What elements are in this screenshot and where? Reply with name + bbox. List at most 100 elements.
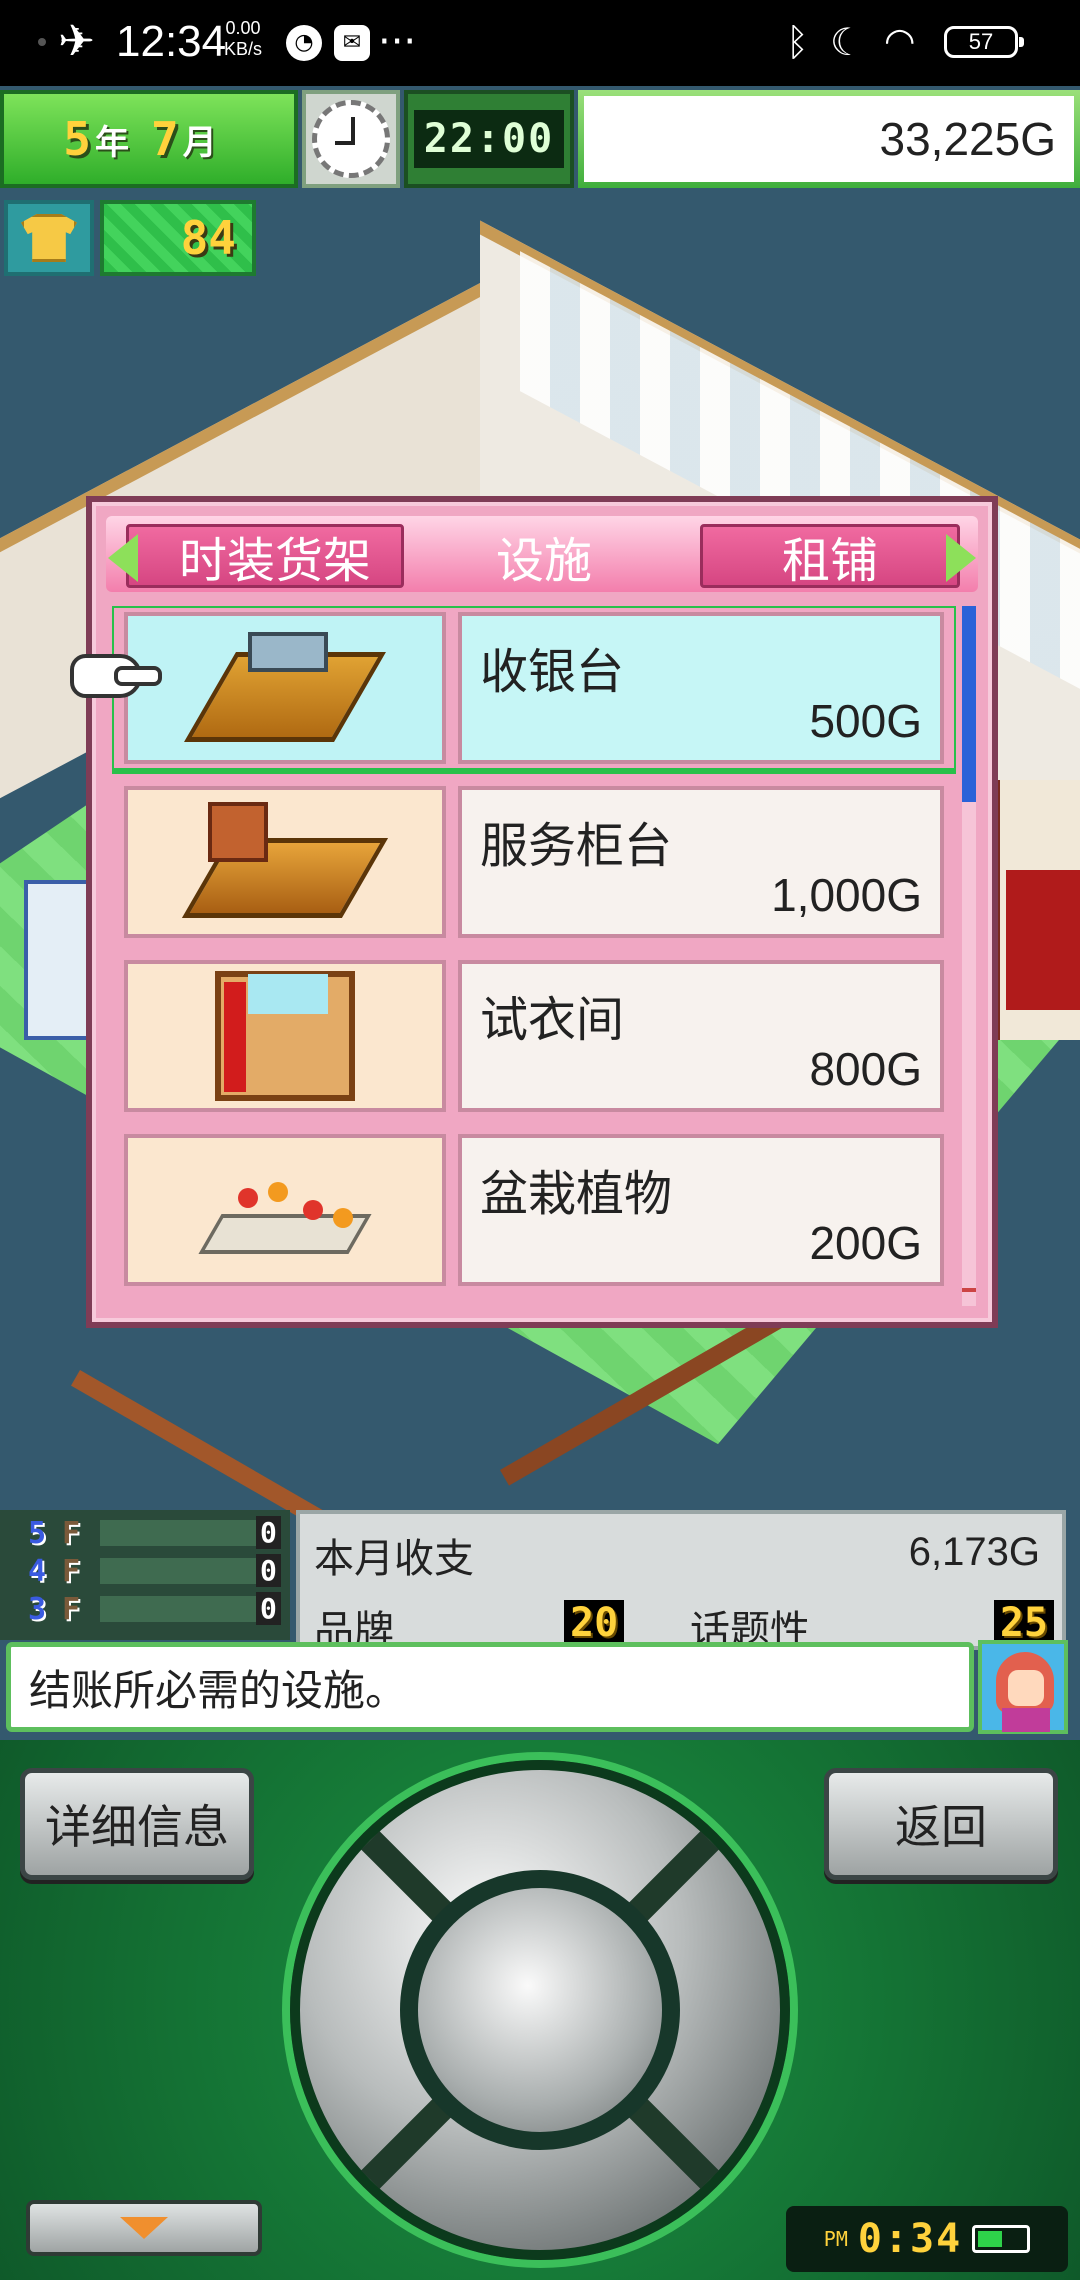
assistant-avatar [978,1640,1068,1734]
game-screen: ✈ 12:34 0.00 KB/s ◔ ✉ ··· ᛒ ☾ ◠ 57 5 年 7… [0,0,1080,2280]
status-bar: ✈ 12:34 0.00 KB/s ◔ ✉ ··· ᛒ ☾ ◠ 57 [0,0,1080,86]
floor-value: 0 [256,1592,281,1625]
network-speed-value: 0.00 [225,18,261,38]
fan-count: 84 [100,200,256,276]
clock-face [312,100,390,178]
counter-box [208,802,268,862]
notification-dot [38,38,46,46]
year-number: 5 [63,112,91,166]
facility-price: 500G [809,695,922,747]
arrow-left-icon[interactable] [108,534,138,582]
monthly-balance-value: 6,173G [908,1530,1040,1574]
facility-list: 收银台 500G 服务柜台 1,000G 试衣间 800G 盆栽植物 200G [112,606,956,1306]
shirt-icon[interactable] [4,200,94,276]
detail-button[interactable]: 详细信息 [20,1768,254,1880]
battery-icon: 57 [944,26,1024,58]
network-speed-unit: KB/s [224,39,263,59]
facility-name: 盆栽植物 [480,1166,673,1222]
year-unit: 年 [95,122,129,163]
fitting-room-icon [124,960,446,1112]
game-time: 22:00 [404,90,574,188]
month-number: 7 [151,112,179,166]
tab-current: 设施 [495,533,592,589]
flower-icon [268,1182,288,1202]
tab-next[interactable]: 租铺 [700,524,960,589]
floor-list: 5 F 0 4 F 0 3 F 0 [0,1510,290,1640]
tab-previous[interactable]: 时装货架 [126,524,404,588]
floor-level: 5 [28,1516,47,1551]
facility-shop-dialog: 时装货架 设施 租铺 收银台 500G 服务柜台 1,000G 试衣间 800G… [86,496,998,1328]
money-display: 33,225G [578,90,1080,188]
shop-door [24,880,94,1040]
network-speed: 0.00 KB/s [224,18,262,60]
register-top [248,632,328,672]
airplane-icon: ✈ [58,16,95,67]
facility-item-cash-register[interactable]: 收银台 500G [112,606,956,774]
monthly-balance-label: 本月收支 [314,1536,474,1582]
room-glass [248,974,328,1014]
flower-icon [303,1200,323,1220]
speedometer-icon: ◔ [286,25,322,61]
facility-price: 1,000G [771,869,922,921]
facility-item-service-counter[interactable]: 服务柜台 1,000G [112,780,956,944]
money-value: 33,225G [584,96,1074,182]
floor-level: 3 [28,1592,47,1627]
facility-info: 收银台 500G [458,612,944,764]
facility-info: 服务柜台 1,000G [458,786,944,938]
flower-icon [333,1208,353,1228]
floor-row[interactable]: 3 F 0 [20,1592,290,1627]
avatar-body [1002,1708,1050,1732]
triangle-down-icon [120,2217,168,2239]
game-time-value: 22:00 [413,110,565,168]
room-curtain [224,982,246,1092]
cash-register-icon [124,612,446,764]
floor-row[interactable]: 5 F 0 [20,1516,290,1551]
clock-time: 0:34 [857,2216,963,2262]
game-battery-icon [972,2225,1031,2253]
bluetooth-icon: ᛒ [786,20,809,64]
facility-price: 200G [809,1217,922,1269]
scrollbar-end [962,1288,976,1292]
facility-name: 服务柜台 [480,818,673,874]
stats-panel: 本月收支 6,173G 品牌 20 话题性 25 [296,1510,1066,1654]
floor-bar [100,1596,260,1622]
floor-value: 0 [256,1516,281,1549]
floor-bar [100,1558,260,1584]
clock-icon [302,90,400,188]
facility-name: 收银台 [480,644,625,700]
floor-suffix: F [62,1516,81,1551]
brand-value: 20 [564,1600,625,1646]
floor-level: 4 [28,1554,47,1589]
mail-icon: ✉ [334,25,370,61]
shirt-shape [21,214,77,262]
description-message: 结账所必需的设施。 [6,1642,974,1732]
arrow-right-icon[interactable] [946,534,976,582]
expand-down-button[interactable] [26,2200,262,2256]
facility-info: 试衣间 800G [458,960,944,1112]
category-tabs: 时装货架 设施 租铺 [106,516,978,592]
floor-bar [100,1520,260,1546]
floor-row[interactable]: 4 F 0 [20,1554,290,1589]
avatar-face [1008,1670,1044,1706]
pointer-hand-icon [70,654,162,698]
scrollbar-thumb[interactable] [962,606,976,802]
facility-info: 盆栽植物 200G [458,1134,944,1286]
moon-icon: ☾ [830,20,865,64]
clock-ampm: PM [823,2227,848,2251]
facility-item-potted-plant[interactable]: 盆栽植物 200G [112,1128,956,1292]
dpad-center-button[interactable] [400,1870,680,2150]
floor-value: 0 [256,1554,281,1587]
back-button[interactable]: 返回 [824,1768,1058,1880]
facility-item-fitting-room[interactable]: 试衣间 800G [112,954,956,1118]
shop-fitting-area [990,780,1080,1040]
facility-name: 试衣间 [480,992,625,1048]
list-scrollbar[interactable] [962,606,976,1306]
month-unit: 月 [182,122,217,163]
floor-suffix: F [62,1592,81,1627]
facility-price: 800G [809,1043,922,1095]
potted-plant-icon [124,1134,446,1286]
status-time: 12:34 [116,17,227,66]
fan-count-value: 84 [180,211,236,265]
game-clock-display: PM 0:34 [786,2206,1068,2272]
more-icon: ··· [378,19,417,65]
